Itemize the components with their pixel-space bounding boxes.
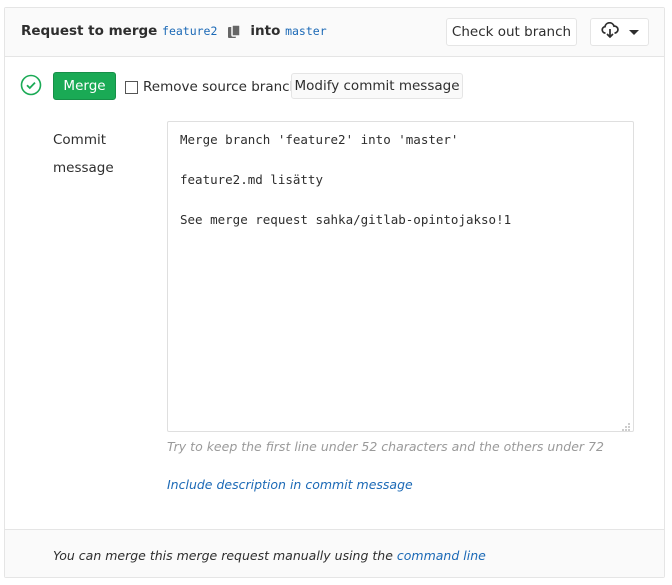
download-dropdown-button[interactable]	[590, 18, 649, 46]
remove-source-branch-option[interactable]: Remove source branch	[125, 79, 298, 95]
include-description-link[interactable]: Include description in commit message	[167, 477, 413, 492]
command-line-link[interactable]: command line	[397, 548, 486, 563]
commit-message-textarea[interactable]: Merge branch 'feature2' into 'master' fe…	[167, 121, 634, 432]
commit-label-line1: Commit	[53, 132, 107, 148]
merge-request-title: Request to merge feature2 into master	[21, 23, 327, 39]
modify-commit-message-button[interactable]: Modify commit message	[291, 73, 463, 99]
into-label: into	[250, 23, 281, 39]
commit-message-hint: Try to keep the first line under 52 char…	[167, 439, 604, 454]
manual-merge-note: You can merge this merge request manuall…	[53, 548, 486, 563]
commit-message-label: Commit message	[53, 126, 133, 182]
title-prefix: Request to merge	[21, 23, 158, 39]
check-out-branch-button[interactable]: Check out branch	[446, 18, 577, 46]
remove-source-branch-label: Remove source branch	[143, 79, 299, 95]
commit-label-line2: message	[53, 160, 114, 176]
merge-button[interactable]: Merge	[53, 72, 116, 100]
resize-handle-icon[interactable]	[621, 420, 631, 431]
manual-merge-text: You can merge this merge request manuall…	[53, 548, 393, 563]
clipboard-icon[interactable]	[226, 24, 242, 40]
merge-widget-footer: You can merge this merge request manuall…	[5, 529, 664, 577]
caret-down-icon	[628, 29, 639, 35]
check-circle-icon	[20, 74, 42, 96]
merge-widget-header: Request to merge feature2 into master Ch…	[5, 8, 664, 57]
source-branch[interactable]: feature2	[162, 24, 217, 38]
merge-widget: Request to merge feature2 into master Ch…	[4, 7, 665, 578]
cloud-download-icon	[600, 21, 619, 42]
remove-source-branch-checkbox[interactable]	[125, 80, 138, 94]
target-branch[interactable]: master	[285, 24, 327, 38]
